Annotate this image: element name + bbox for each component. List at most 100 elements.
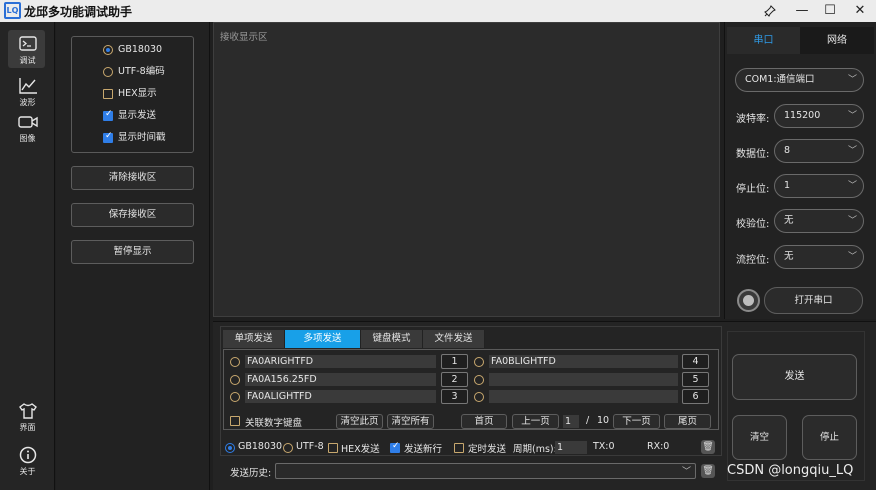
clear-page-button[interactable]: 清空此页: [336, 414, 383, 429]
row-1-send-button[interactable]: 1: [441, 354, 468, 369]
keyboard-link-checkbox[interactable]: [230, 416, 240, 426]
nav-about-label: 关于: [19, 467, 36, 476]
page-input[interactable]: 1: [563, 415, 579, 428]
show-time-checkbox[interactable]: [103, 131, 113, 143]
trash-icon[interactable]: 🗑: [701, 440, 715, 454]
nav-about[interactable]: 关于: [0, 446, 55, 477]
trash-icon[interactable]: 🗑: [701, 464, 715, 478]
baud-select[interactable]: 115200 ﹀: [774, 104, 864, 128]
page-total: 10: [597, 415, 610, 426]
tab-file-send[interactable]: 文件发送: [423, 330, 485, 348]
page-separator: /: [586, 415, 590, 426]
pin-icon[interactable]: [756, 0, 784, 22]
minimize-icon[interactable]: —: [788, 0, 816, 22]
info-icon: [19, 446, 36, 464]
tab-network[interactable]: 网络: [800, 27, 874, 54]
newline-checkbox[interactable]: [390, 441, 400, 453]
row-3-send-button[interactable]: 3: [441, 389, 468, 404]
send-utf8-label: UTF-8: [296, 441, 324, 452]
baud-value: 115200: [784, 110, 821, 121]
flow-select[interactable]: 无 ﹀: [774, 245, 864, 269]
tab-multi-send[interactable]: 多项发送: [285, 330, 361, 348]
row-6-radio[interactable]: [474, 392, 484, 402]
row-1-radio[interactable]: [230, 357, 240, 367]
timed-send-label: 定时发送: [468, 444, 507, 455]
nav-image[interactable]: 图像: [0, 113, 55, 144]
tab-single-send[interactable]: 单项发送: [223, 330, 285, 348]
rx-count: RX:0: [647, 441, 670, 452]
waveform-icon: [18, 78, 37, 94]
clear-button[interactable]: 清空: [732, 415, 787, 460]
nav-debug-label: 调试: [19, 56, 36, 65]
show-send-checkbox[interactable]: [103, 109, 113, 121]
chevron-down-icon: ﹀: [681, 467, 691, 477]
row-4-send-button[interactable]: 4: [682, 354, 709, 369]
save-receive-button[interactable]: 保存接收区: [71, 203, 194, 227]
nav-waveform[interactable]: 波形: [0, 77, 55, 108]
chevron-down-icon: ﹀: [847, 181, 857, 191]
row-5-send-button[interactable]: 5: [682, 372, 709, 387]
first-page-button[interactable]: 首页: [461, 414, 507, 429]
parity-select[interactable]: 无 ﹀: [774, 209, 864, 233]
stopbits-value: 1: [784, 180, 791, 191]
baud-label: 波特率:: [736, 114, 770, 125]
utf8-label: UTF-8编码: [118, 66, 165, 77]
prev-page-button[interactable]: 上一页: [512, 414, 559, 429]
port-select[interactable]: COM1:通信端口 ﹀: [735, 68, 864, 92]
maximize-icon[interactable]: ☐: [816, 0, 844, 22]
nav-ui-label: 界面: [19, 423, 36, 432]
pause-display-button[interactable]: 暂停显示: [71, 240, 194, 264]
receive-area[interactable]: [213, 22, 720, 317]
send-button[interactable]: 发送: [732, 354, 857, 400]
hex-send-checkbox[interactable]: [328, 443, 338, 453]
parity-label: 校验位:: [736, 219, 770, 230]
hex-display-checkbox[interactable]: [103, 89, 113, 99]
open-port-button[interactable]: 打开串口: [764, 287, 863, 314]
next-page-button[interactable]: 下一页: [613, 414, 660, 429]
row-5-radio[interactable]: [474, 375, 484, 385]
row-2-input[interactable]: FA0A156.25FD: [245, 373, 436, 386]
row-1-input[interactable]: FA0ARIGHTFD: [245, 355, 436, 368]
gb18030-label: GB18030: [118, 44, 163, 55]
shirt-icon: [18, 403, 37, 419]
keyboard-link-label: 关联数字键盘: [245, 418, 303, 429]
nav-image-label: 图像: [19, 134, 36, 143]
databits-select[interactable]: 8 ﹀: [774, 139, 864, 163]
row-6-input[interactable]: [489, 390, 678, 403]
timed-send-checkbox[interactable]: [454, 443, 464, 453]
row-3-radio[interactable]: [230, 392, 240, 402]
row-5-input[interactable]: [489, 373, 678, 386]
send-history-select[interactable]: ﹀: [275, 463, 696, 479]
row-2-send-button[interactable]: 2: [441, 372, 468, 387]
period-input[interactable]: 1: [555, 441, 587, 454]
tab-serial[interactable]: 串口: [727, 27, 800, 54]
period-label: 周期(ms):: [513, 444, 557, 455]
terminal-icon: [18, 36, 37, 51]
nav-waveform-label: 波形: [19, 98, 36, 107]
settings-panel: [724, 22, 876, 319]
tab-keyboard-mode[interactable]: 键盘模式: [361, 330, 423, 348]
watermark: CSDN @longqiu_LQ: [727, 463, 854, 478]
row-3-input[interactable]: FA0ALIGHTFD: [245, 390, 436, 403]
nav-debug[interactable]: 调试: [0, 35, 55, 66]
stopbits-select[interactable]: 1 ﹀: [774, 174, 864, 198]
utf8-radio[interactable]: [103, 67, 113, 77]
databits-label: 数据位:: [736, 149, 770, 160]
send-gb18030-radio[interactable]: [225, 443, 235, 453]
nav-ui[interactable]: 界面: [0, 402, 55, 433]
chevron-down-icon: ﹀: [847, 252, 857, 262]
gb18030-radio[interactable]: [103, 45, 113, 55]
row-4-radio[interactable]: [474, 357, 484, 367]
clear-all-button[interactable]: 清空所有: [387, 414, 434, 429]
close-icon[interactable]: ✕: [846, 0, 874, 22]
parity-value: 无: [784, 215, 794, 226]
row-4-input[interactable]: FA0BLIGHTFD: [489, 355, 678, 368]
stop-button[interactable]: 停止: [802, 415, 857, 460]
row-2-radio[interactable]: [230, 375, 240, 385]
row-6-send-button[interactable]: 6: [682, 389, 709, 404]
send-utf8-radio[interactable]: [283, 443, 293, 453]
chevron-down-icon: ﹀: [847, 75, 857, 85]
flow-value: 无: [784, 251, 794, 262]
last-page-button[interactable]: 尾页: [664, 414, 711, 429]
clear-receive-button[interactable]: 清除接收区: [71, 166, 194, 190]
